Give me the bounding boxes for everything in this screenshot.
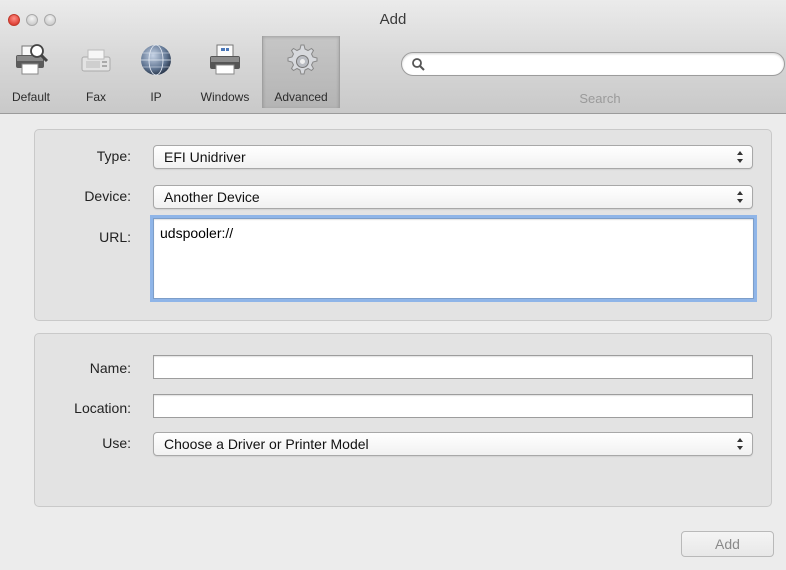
search-label: Search	[579, 91, 621, 106]
location-input[interactable]	[154, 395, 752, 417]
name-field[interactable]	[153, 355, 753, 379]
default-printer-icon	[16, 44, 49, 75]
url-field[interactable]: udspooler://	[153, 218, 754, 299]
toolbar-fax-label: Fax	[85, 90, 106, 104]
search-icon	[412, 58, 425, 71]
use-value: Choose a Driver or Printer Model	[164, 436, 369, 452]
popup-arrows-icon	[737, 438, 743, 450]
window-title: Add	[379, 11, 407, 28]
windows-printer-icon	[210, 44, 240, 75]
details-group: Name: Location: Use: Choose a Driver or …	[34, 333, 772, 507]
location-label: Location:	[74, 400, 131, 416]
toolbar-default[interactable]: Default	[2, 36, 60, 108]
toolbar: Add Default Fax IP Windows Advanced Sear…	[0, 0, 786, 114]
toolbar-windows[interactable]: Windows	[190, 36, 260, 108]
add-printer-window: Add Default Fax IP Windows Advanced Sear…	[0, 0, 786, 570]
toolbar-fax[interactable]: Fax	[78, 36, 114, 108]
url-label: URL:	[99, 229, 131, 245]
toolbar-advanced[interactable]: Advanced	[262, 36, 340, 108]
search-input[interactable]	[430, 55, 774, 75]
add-button[interactable]: Add	[681, 531, 774, 557]
type-value: EFI Unidriver	[164, 149, 246, 165]
device-value: Another Device	[164, 189, 260, 205]
fax-icon	[81, 49, 111, 72]
search-field[interactable]	[401, 52, 785, 76]
use-label: Use:	[102, 435, 131, 451]
device-popup[interactable]: Another Device	[153, 185, 753, 209]
type-label: Type:	[96, 148, 131, 164]
popup-arrows-icon	[737, 151, 743, 163]
type-popup[interactable]: EFI Unidriver	[153, 145, 753, 169]
toolbar-ip-label: IP	[150, 90, 162, 104]
name-label: Name:	[89, 360, 131, 376]
toolbar-advanced-label: Advanced	[274, 90, 328, 104]
toolbar-default-label: Default	[11, 90, 51, 104]
location-field[interactable]	[153, 394, 753, 418]
use-popup[interactable]: Choose a Driver or Printer Model	[153, 432, 753, 456]
connection-group: Type: EFI Unidriver Device: Another Devi…	[34, 129, 772, 321]
url-input[interactable]: udspooler://	[154, 219, 753, 298]
toolbar-windows-label: Windows	[200, 90, 250, 104]
name-input[interactable]	[154, 356, 752, 378]
advanced-gear-icon	[287, 44, 318, 75]
popup-arrows-icon	[737, 191, 743, 203]
ip-globe-icon	[141, 44, 171, 76]
device-label: Device:	[84, 188, 131, 204]
toolbar-ip[interactable]: IP	[136, 36, 176, 108]
